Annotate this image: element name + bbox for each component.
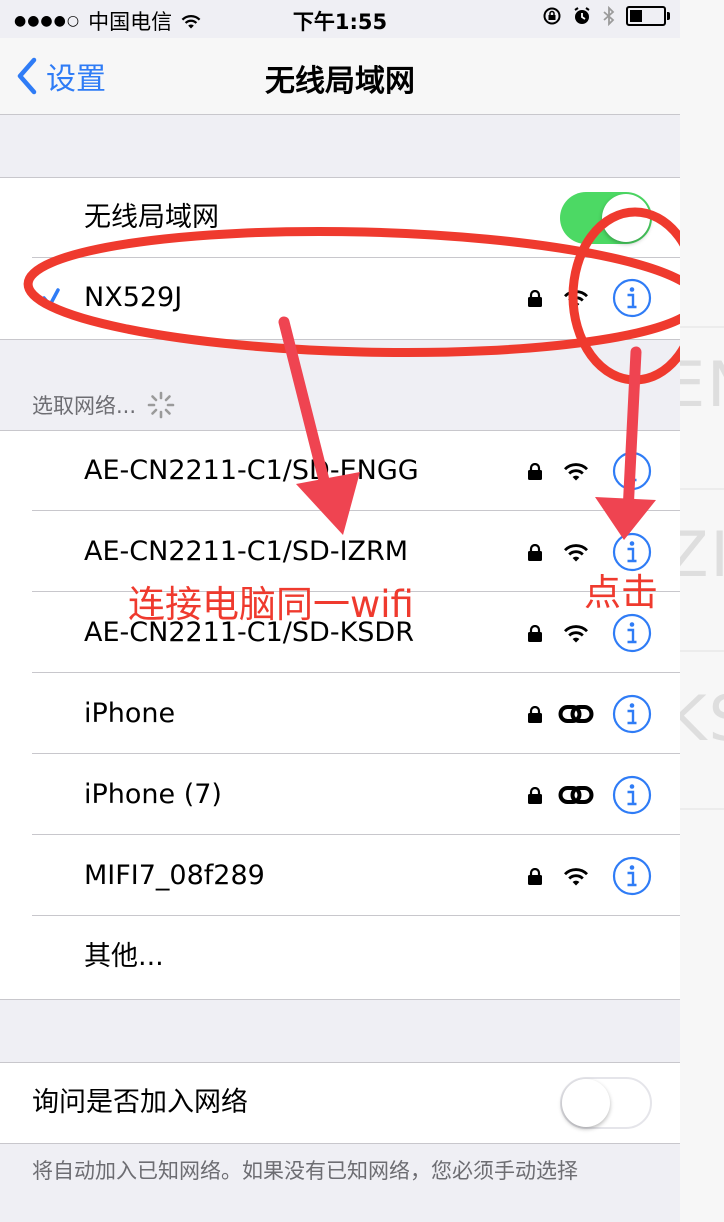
choose-network-header: 选取网络... [32,390,176,420]
network-row[interactable]: iPhone [0,674,680,754]
page-title: 无线局域网 [265,64,415,99]
annotation-click-text: 点击 [584,571,658,614]
battery-icon [626,6,670,26]
lock-icon [528,867,542,885]
lock-icon [528,462,542,480]
connected-network-row[interactable]: NX529J [0,258,680,338]
checkmark-icon [42,288,60,309]
bluetooth-icon [603,6,615,26]
annotation-connect-same-wifi-text: 连接电脑同一wifi [128,583,414,626]
wifi-toggle-switch[interactable] [560,192,652,244]
hotspot-link-icon [556,703,596,725]
wifi-group: 无线局域网 NX529J [0,177,680,340]
footer-note: 将自动加入已知网络。如果没有已知网络，您必须手动选择 [32,1159,578,1183]
ask-to-join-toggle-switch[interactable] [560,1077,652,1129]
choose-network-header-label: 选取网络... [32,394,137,418]
info-icon[interactable] [612,278,652,318]
network-name: MIFI7_08f289 [84,860,265,891]
wifi-icon [556,866,596,887]
network-row[interactable]: MIFI7_08f289 [0,836,680,916]
navigation-bar: 设置 无线局域网 [0,38,680,115]
wifi-icon [556,288,596,309]
connected-network-name: NX529J [84,282,183,313]
lock-icon [528,705,542,723]
wifi-toggle-label: 无线局域网 [84,202,219,233]
lock-icon [528,624,542,642]
info-icon[interactable] [612,694,652,734]
orientation-lock-icon [543,7,561,25]
hotspot-link-icon [556,784,596,806]
info-icon[interactable] [612,856,652,896]
wifi-icon [556,542,596,563]
settings-screen: ●●●●○ 中国电信 下午1:55 设置 无线局域网 无线局域网 NX529J … [0,0,680,1222]
network-name: iPhone [84,698,176,729]
other-network-label: 其他... [84,941,164,972]
network-list: AE-CN2211-C1/SD-ENGG AE-CN2211-C1/SD-IZRM… [0,430,680,1000]
lock-icon [528,289,542,307]
info-icon[interactable] [612,775,652,815]
ask-to-join-group: 询问是否加入网络 [0,1062,680,1144]
loading-spinner-icon [147,391,175,419]
lock-icon [528,543,542,561]
info-icon[interactable] [612,613,652,653]
network-row[interactable]: iPhone (7) [0,755,680,835]
wifi-icon [556,623,596,644]
wifi-toggle-row: 无线局域网 [0,178,680,258]
status-bar: ●●●●○ 中国电信 下午1:55 [0,0,680,38]
background-fragment: EN ZI KS [680,0,724,1222]
lock-icon [528,786,542,804]
network-row[interactable]: AE-CN2211-C1/SD-ENGG [0,431,680,511]
other-network-row[interactable]: 其他... [0,917,680,997]
ask-to-join-label: 询问是否加入网络 [32,1087,248,1118]
ask-to-join-row: 询问是否加入网络 [0,1063,680,1143]
wifi-icon [556,461,596,482]
alarm-clock-icon [574,7,590,24]
network-name: iPhone (7) [84,779,222,810]
info-icon[interactable] [612,451,652,491]
network-name: AE-CN2211-C1/SD-ENGG [84,455,419,486]
